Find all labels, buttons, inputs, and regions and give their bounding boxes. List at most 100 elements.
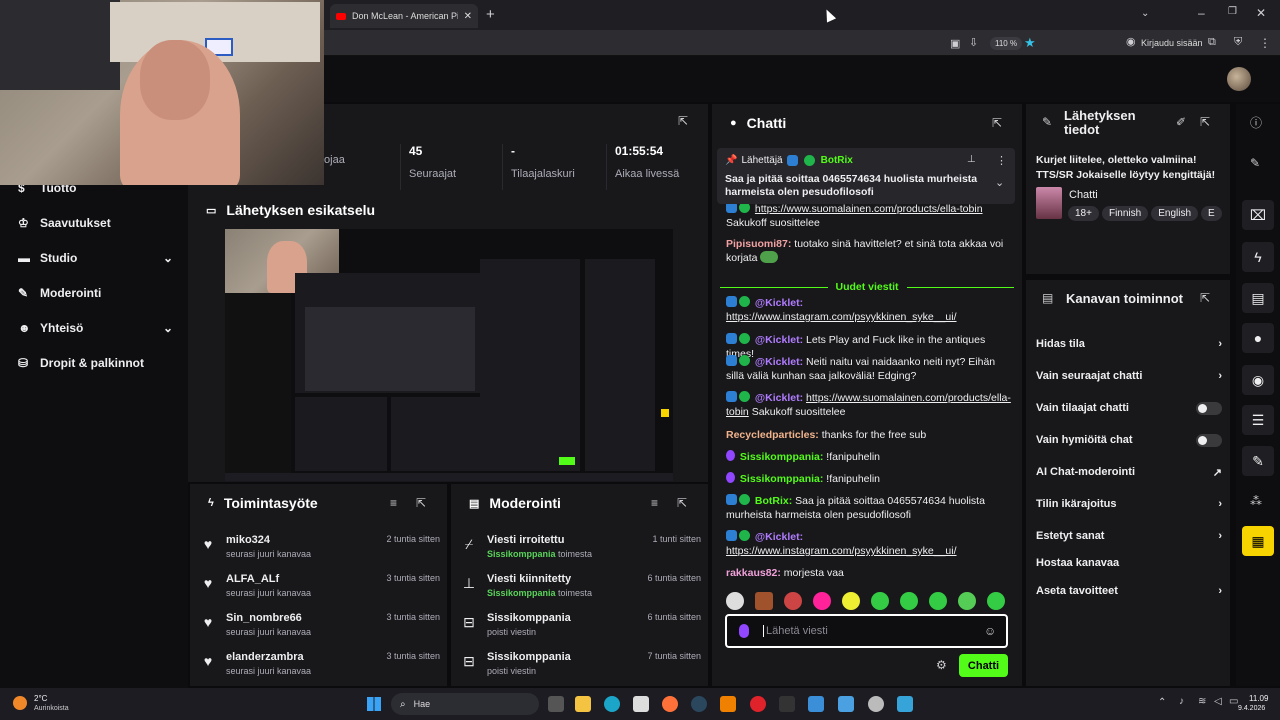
expand-icon[interactable]: ⇱ <box>992 116 1002 130</box>
chat-username[interactable]: @Kicklet: <box>755 297 803 309</box>
chat-send-button[interactable]: Chatti <box>959 654 1008 677</box>
layers-icon[interactable]: ☰ <box>1242 405 1274 435</box>
edit-icon[interactable]: ✐ <box>1176 115 1186 129</box>
category-name[interactable]: Chatti <box>1069 189 1098 201</box>
account-icon[interactable]: ◉ <box>1126 35 1136 48</box>
clock-date[interactable]: 9.4.2026 <box>1238 705 1265 712</box>
taskbar-search[interactable]: ⌕ Hae <box>391 693 539 715</box>
document-icon[interactable]: ▤ <box>1242 283 1274 313</box>
picture-in-picture-icon[interactable]: ▣ <box>950 37 960 50</box>
emote-icon[interactable] <box>755 592 773 610</box>
emote-icon[interactable] <box>813 592 831 610</box>
action-banned-words[interactable]: Estetyt sanat › <box>1036 526 1222 546</box>
chat-username[interactable]: BotRix: <box>755 495 792 507</box>
expand-icon[interactable]: ⇱ <box>678 114 688 128</box>
emote-icon[interactable] <box>842 592 860 610</box>
emote-icon[interactable] <box>784 592 802 610</box>
filter-icon[interactable]: ≡ <box>390 496 397 510</box>
chat-username[interactable]: @Kicklet: <box>755 392 803 404</box>
volume-icon[interactable]: ◁ <box>1214 696 1222 707</box>
pinned-message[interactable]: 📌 Lähettäjä BotRix ⊥ ⋮ Saa ja pitää soit… <box>717 148 1015 204</box>
menu-dots-icon[interactable]: ⋮ <box>1259 36 1271 50</box>
stream-preview-video[interactable] <box>225 229 673 481</box>
chat-link[interactable]: https://www.suomalainen.com/products/ell… <box>755 203 983 215</box>
tag[interactable]: English <box>1151 206 1199 221</box>
action-slow-mode[interactable]: Hidas tila › <box>1036 334 1222 354</box>
expand-icon[interactable]: ⇱ <box>1200 291 1210 305</box>
task-view-icon[interactable] <box>548 696 564 712</box>
nav-item-yhteiso[interactable]: ☻ Yhteisö ⌄ <box>18 318 173 338</box>
wrench-icon[interactable]: ✎ <box>1242 446 1274 476</box>
tag[interactable]: 18+ <box>1068 206 1099 221</box>
camera-icon[interactable]: ⌧ <box>1242 200 1274 230</box>
chat-username[interactable]: @Kicklet: <box>755 531 803 543</box>
nav-item-dropit[interactable]: ⛁ Dropit & palkinnot <box>18 353 173 373</box>
activity-name[interactable]: Sin_nombre66 <box>226 612 302 624</box>
moderation-user[interactable]: Sissikomppania <box>487 588 556 598</box>
chat-username[interactable]: Sissikomppania: <box>740 451 823 463</box>
broadcast-icon[interactable]: ◉ <box>1242 365 1274 395</box>
chat-bubble-icon[interactable]: ● <box>1242 323 1274 353</box>
expand-icon[interactable]: ⇱ <box>677 496 687 510</box>
extensions-icon[interactable]: ⧉ <box>1208 36 1216 49</box>
opera-icon[interactable] <box>750 696 766 712</box>
obs-icon[interactable] <box>868 696 884 712</box>
vlc-icon[interactable] <box>720 696 736 712</box>
chevron-down-icon[interactable]: ⌄ <box>995 176 1004 189</box>
activity-name[interactable]: ALFA_ALf <box>226 573 279 585</box>
info-icon[interactable]: ⓘ <box>1250 114 1262 131</box>
download-icon[interactable]: ⇩ <box>969 36 978 49</box>
nav-item-studio[interactable]: ▬ Studio ⌄ <box>18 248 173 268</box>
chat-username[interactable]: rakkaus82: <box>726 567 781 579</box>
emote-icon[interactable] <box>987 592 1005 610</box>
store-icon[interactable] <box>633 696 649 712</box>
activity-name[interactable]: elanderzambra <box>226 651 304 663</box>
unpin-button[interactable]: ⊥ <box>967 154 976 165</box>
emotes-only-toggle[interactable] <box>1196 433 1222 447</box>
filter-icon[interactable]: ≡ <box>651 496 658 510</box>
notepad-icon[interactable] <box>897 696 913 712</box>
weather-temp[interactable]: 2°C <box>34 694 47 703</box>
file-explorer-icon[interactable] <box>575 696 591 712</box>
chat-username[interactable]: Sissikomppania: <box>740 473 823 485</box>
moderation-user[interactable]: Sissikomppania <box>487 549 556 559</box>
firefox-icon[interactable] <box>662 696 678 712</box>
nav-item-moderointi[interactable]: ✎ Moderointi <box>18 283 173 303</box>
zoom-level[interactable]: 110 % <box>990 37 1023 50</box>
chat-settings-gear-icon[interactable]: ⚙ <box>936 658 947 672</box>
action-followers-only[interactable]: Vain seuraajat chatti › <box>1036 366 1222 386</box>
activity-name[interactable]: miko324 <box>226 534 270 546</box>
maximize-icon[interactable]: ❐ <box>1228 6 1237 17</box>
app-icon[interactable] <box>808 696 824 712</box>
bolt-icon[interactable]: ϟ <box>1242 242 1274 272</box>
chat-input[interactable]: Lähetä viesti ☺ <box>725 614 1008 648</box>
steam-icon[interactable] <box>691 696 707 712</box>
edge-icon[interactable] <box>604 696 620 712</box>
clapper-icon[interactable]: ▦ <box>1242 526 1274 556</box>
tag[interactable]: E <box>1201 206 1222 221</box>
action-host-channel[interactable]: Hostaa kanavaa <box>1036 553 1222 573</box>
pen-icon[interactable]: ✎ <box>1250 156 1260 170</box>
new-tab-button[interactable]: + <box>486 6 495 23</box>
category-thumbnail[interactable] <box>1036 187 1062 219</box>
emote-icon[interactable] <box>726 592 744 610</box>
windows-start-icon[interactable] <box>367 697 381 711</box>
app-icon[interactable] <box>838 696 854 712</box>
emote-icon[interactable] <box>958 592 976 610</box>
emote-icon[interactable] <box>900 592 918 610</box>
moderation-user-name[interactable]: Sissikomppania <box>487 612 571 624</box>
subs-only-toggle[interactable] <box>1196 401 1222 415</box>
mic-tray-icon[interactable]: ♪ <box>1179 696 1184 707</box>
chat-link[interactable]: https://www.instagram.com/psyykkinen_syk… <box>726 545 957 557</box>
tray-chevron-icon[interactable]: ⌃ <box>1158 697 1166 708</box>
action-set-goals[interactable]: Aseta tavoitteet › <box>1036 581 1222 601</box>
action-age-restriction[interactable]: Tilin ikärajoitus › <box>1036 494 1222 514</box>
shield-icon[interactable]: ⛨ <box>1234 36 1242 49</box>
tab-close-icon[interactable]: ✕ <box>464 11 472 22</box>
star-icon[interactable]: ★ <box>1024 35 1036 51</box>
emote-icon[interactable] <box>871 592 889 610</box>
emote-icon[interactable] <box>929 592 947 610</box>
chat-username[interactable]: Recycledparticles: <box>726 429 819 441</box>
moderation-user-name[interactable]: Sissikomppania <box>487 651 571 663</box>
share-icon[interactable]: ⁂ <box>1250 494 1262 508</box>
